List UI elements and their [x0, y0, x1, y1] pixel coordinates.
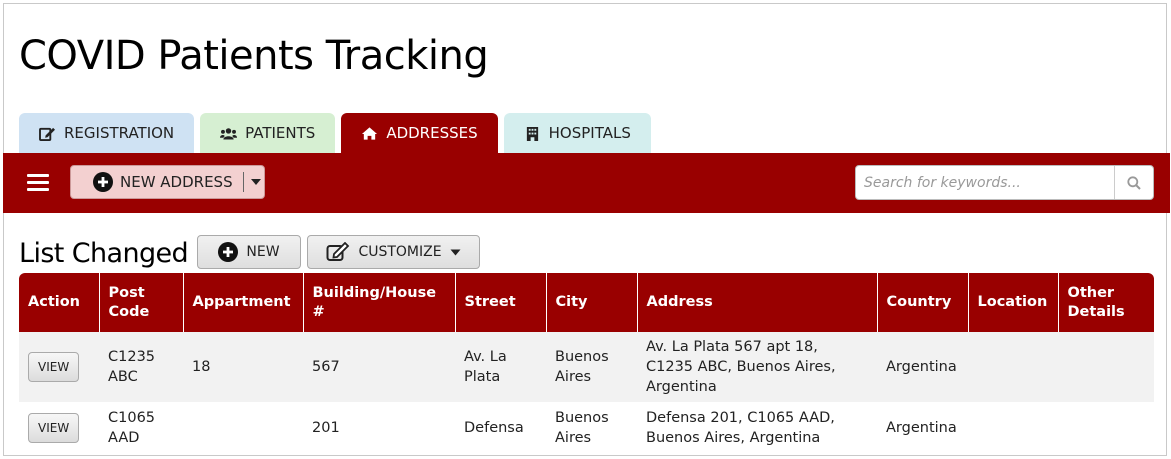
addresses-table: Action Post Code Appartment Building/Hou…: [19, 273, 1154, 454]
cell-city: Buenos Aires: [546, 332, 637, 402]
search-input[interactable]: [856, 166, 1114, 199]
page-title: COVID Patients Tracking: [19, 33, 489, 79]
toolbar: NEW ADDRESS: [3, 153, 1170, 213]
edit-icon: [39, 127, 55, 141]
cell-country: Argentina: [877, 332, 968, 402]
search-box: [855, 165, 1154, 200]
cell-city: Buenos Aires: [546, 402, 637, 454]
table-row: VIEW C1065 AAD 201 Defensa Buenos Aires …: [19, 402, 1154, 454]
cell-location: [968, 332, 1058, 402]
tab-registration[interactable]: REGISTRATION: [19, 113, 195, 153]
cell-country: Argentina: [877, 402, 968, 454]
view-button[interactable]: VIEW: [28, 413, 80, 443]
edit-icon: [326, 242, 350, 261]
plus-circle-icon: [93, 172, 113, 192]
cell-other-details: [1058, 402, 1154, 454]
tab-addresses[interactable]: ADDRESSES: [341, 113, 498, 153]
tab-label: ADDRESSES: [386, 124, 478, 142]
search-icon: [1127, 175, 1141, 190]
customize-button-label: CUSTOMIZE: [358, 244, 442, 260]
tab-patients[interactable]: PATIENTS: [200, 113, 336, 153]
column-header-appartment[interactable]: Appartment: [182, 273, 303, 332]
column-header-country[interactable]: Country: [876, 273, 968, 332]
cell-post-code: C1065 AAD: [99, 402, 183, 454]
list-title: List Changed: [19, 238, 189, 269]
column-header-address[interactable]: Address: [636, 273, 877, 332]
table-row: VIEW C1235 ABC 18 567 Av. La Plata Bueno…: [19, 332, 1154, 402]
hamburger-menu-icon[interactable]: [27, 174, 49, 191]
cell-location: [968, 402, 1058, 454]
cell-appartment: 18: [183, 332, 303, 402]
column-header-building[interactable]: Building/House #: [302, 273, 455, 332]
cell-building: 567: [303, 332, 455, 402]
caret-down-icon: [450, 249, 461, 255]
new-address-button[interactable]: NEW ADDRESS: [71, 166, 233, 198]
column-header-location[interactable]: Location: [967, 273, 1058, 332]
cell-post-code: C1235 ABC: [99, 332, 183, 402]
new-address-dropdown-toggle[interactable]: [244, 166, 262, 198]
cell-action: VIEW: [19, 332, 99, 402]
cell-address: Av. La Plata 567 apt 18, C1235 ABC, Buen…: [637, 332, 877, 402]
cell-other-details: [1058, 332, 1154, 402]
cell-street: Defensa: [455, 402, 546, 454]
new-button-label: NEW: [246, 244, 280, 260]
cell-street: Av. La Plata: [455, 332, 546, 402]
search-button[interactable]: [1114, 166, 1153, 199]
tab-bar: REGISTRATION PATIENTS ADDRESSES HOSPITAL…: [19, 113, 651, 153]
cell-address: Defensa 201, C1065 AAD, Buenos Aires, Ar…: [637, 402, 877, 454]
column-header-city[interactable]: City: [545, 273, 637, 332]
new-address-button-group: NEW ADDRESS: [70, 165, 265, 199]
customize-button[interactable]: CUSTOMIZE: [307, 235, 480, 269]
column-header-action[interactable]: Action: [19, 273, 99, 332]
building-icon: [526, 126, 538, 141]
home-icon: [362, 126, 378, 140]
column-header-street[interactable]: Street: [454, 273, 546, 332]
new-address-label: NEW ADDRESS: [120, 173, 233, 191]
tab-label: PATIENTS: [245, 124, 316, 142]
cell-building: 201: [303, 402, 455, 454]
cell-action: VIEW: [19, 402, 99, 454]
plus-circle-icon: [218, 242, 239, 262]
tab-label: HOSPITALS: [548, 124, 631, 142]
view-button[interactable]: VIEW: [28, 352, 80, 382]
column-header-post-code[interactable]: Post Code: [98, 273, 183, 332]
new-button[interactable]: NEW: [197, 235, 301, 269]
tab-hospitals[interactable]: HOSPITALS: [503, 113, 651, 153]
column-header-other-details[interactable]: Other Details: [1057, 273, 1154, 332]
table-header-row: Action Post Code Appartment Building/Hou…: [19, 273, 1154, 332]
tab-label: REGISTRATION: [64, 124, 175, 142]
cell-appartment: [183, 402, 303, 454]
users-icon: [220, 127, 238, 139]
caret-down-icon: [250, 179, 261, 185]
